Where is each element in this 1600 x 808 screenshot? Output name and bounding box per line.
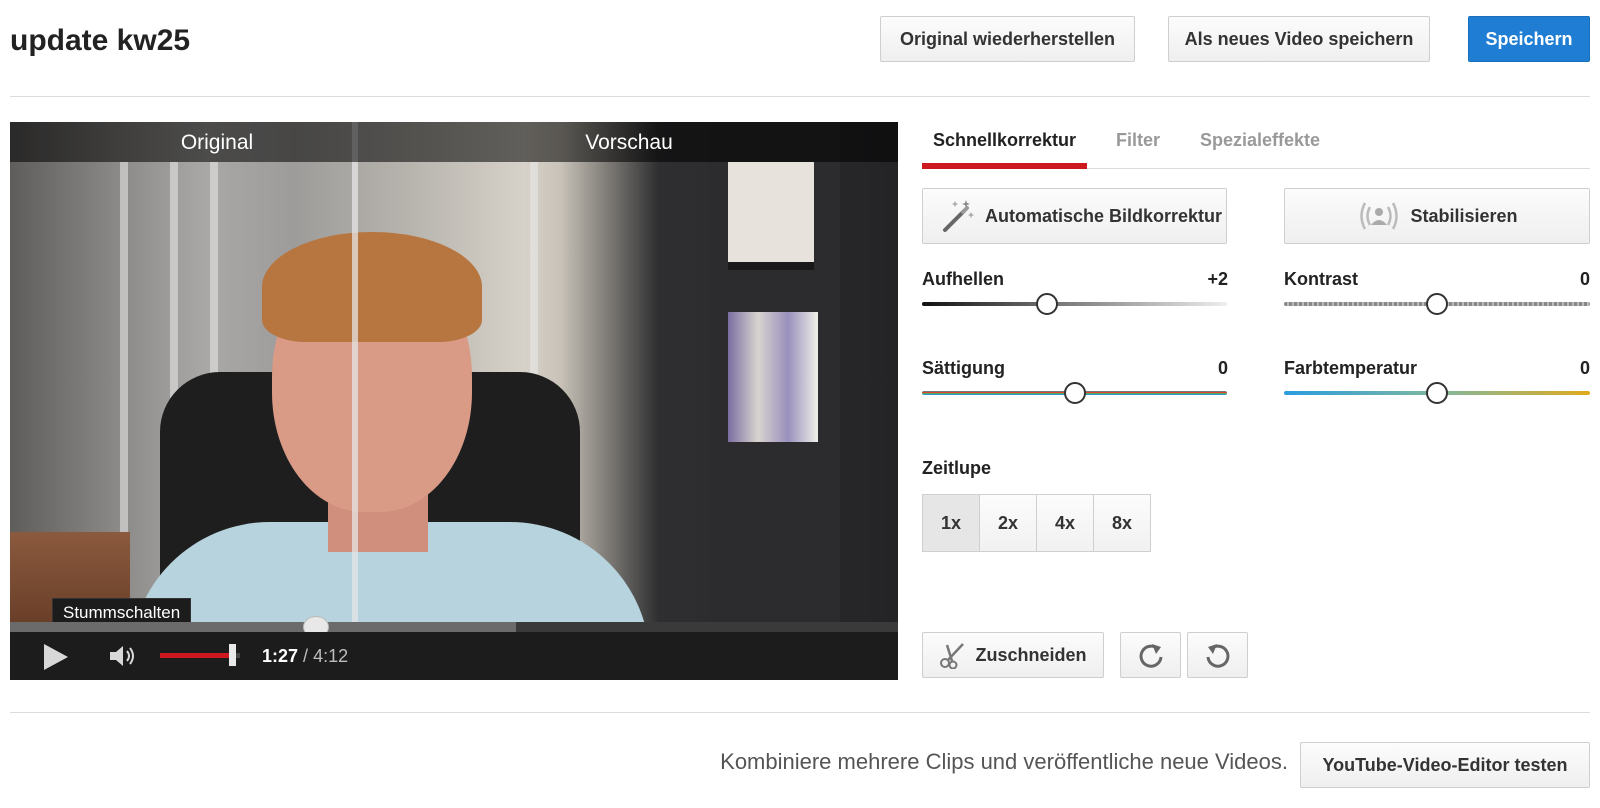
restore-original-button[interactable]: Original wiederherstellen: [880, 16, 1135, 62]
preview-label: Vorschau: [585, 131, 673, 154]
auto-fix-label: Automatische Bildkorrektur: [985, 205, 1223, 226]
temperature-handle[interactable]: [1426, 382, 1448, 404]
stabilize-icon: [1360, 202, 1399, 230]
header-divider: [10, 96, 1590, 97]
trim-button[interactable]: Zuschneiden: [922, 632, 1104, 678]
player-controls: 1:27 / 4:12: [10, 632, 898, 680]
volume-slider[interactable]: [160, 644, 240, 666]
video-player[interactable]: Original Vorschau Stummschalten 1:27 / 4…: [10, 122, 898, 680]
tab-spezialeffekte[interactable]: Spezialeffekte: [1200, 130, 1320, 168]
comparison-split-handle[interactable]: [352, 122, 358, 622]
saturation-label: Sättigung: [922, 358, 1005, 378]
volume-handle[interactable]: [229, 644, 236, 666]
brightness-handle[interactable]: [1036, 293, 1059, 315]
temperature-label: Farbtemperatur: [1284, 358, 1418, 378]
contrast-value: 0: [1579, 269, 1590, 289]
saturation-slider[interactable]: [922, 382, 1227, 404]
slowmo-label: Zeitlupe: [922, 458, 992, 478]
magic-wand-icon: [943, 200, 974, 232]
trim-label: Zuschneiden: [975, 644, 1087, 665]
time-separator: /: [303, 646, 309, 666]
scissors-icon: [940, 643, 965, 669]
shelf-books: [728, 312, 818, 442]
shelf-board: [728, 262, 814, 270]
video-editor-button[interactable]: YouTube-Video-Editor testen: [1300, 742, 1590, 788]
contrast-label: Kontrast: [1284, 269, 1359, 289]
temperature-value: 0: [1579, 358, 1590, 378]
slowmo-option-2x[interactable]: 2x: [979, 494, 1037, 552]
shelf-books: [728, 162, 814, 262]
stabilize-label: Stabilisieren: [1410, 205, 1518, 226]
saturation-handle[interactable]: [1063, 382, 1086, 404]
time-display: 1:27 / 4:12: [262, 646, 348, 667]
duration: 4:12: [313, 646, 349, 666]
active-tab-indicator: [922, 163, 1087, 169]
current-time: 1:27: [262, 646, 299, 666]
rotate-left-icon: [1206, 644, 1229, 668]
volume-level: [160, 653, 232, 658]
rotate-right-icon: [1139, 644, 1162, 668]
color-temperature-slider[interactable]: [1284, 382, 1590, 404]
stabilize-button[interactable]: Stabilisieren: [1284, 188, 1590, 244]
slowmo-option-1x[interactable]: 1x: [922, 494, 980, 552]
contrast-handle[interactable]: [1426, 293, 1448, 315]
rotate-right-button[interactable]: [1120, 632, 1181, 678]
brightness-label: Aufhellen: [922, 269, 1005, 289]
progress-bar[interactable]: [10, 616, 898, 638]
video-title: update kw25: [10, 24, 191, 57]
brightness-value: +2: [1207, 269, 1228, 289]
brightness-slider[interactable]: [922, 293, 1227, 315]
saturation-value: 0: [1217, 358, 1228, 378]
auto-fix-button[interactable]: Automatische Bildkorrektur: [922, 188, 1227, 244]
slowmo-option-4x[interactable]: 4x: [1036, 494, 1094, 552]
contrast-slider[interactable]: [1284, 293, 1590, 315]
play-icon[interactable]: [44, 644, 68, 670]
footer-divider: [10, 712, 1590, 713]
footer-promo-text: Kombiniere mehrere Clips und veröffentli…: [720, 749, 1288, 774]
rotate-left-button[interactable]: [1187, 632, 1248, 678]
progress-buffered: [10, 622, 517, 632]
save-as-new-video-button[interactable]: Als neues Video speichern: [1168, 16, 1430, 62]
comparison-label-bar: Original Vorschau: [10, 122, 898, 162]
video-frame: Original Vorschau: [10, 122, 898, 622]
person-hair: [262, 232, 482, 342]
speaker-icon[interactable]: [108, 643, 142, 669]
tab-filter[interactable]: Filter: [1116, 130, 1160, 168]
save-button[interactable]: Speichern: [1468, 16, 1590, 62]
slowmo-option-8x[interactable]: 8x: [1093, 494, 1151, 552]
